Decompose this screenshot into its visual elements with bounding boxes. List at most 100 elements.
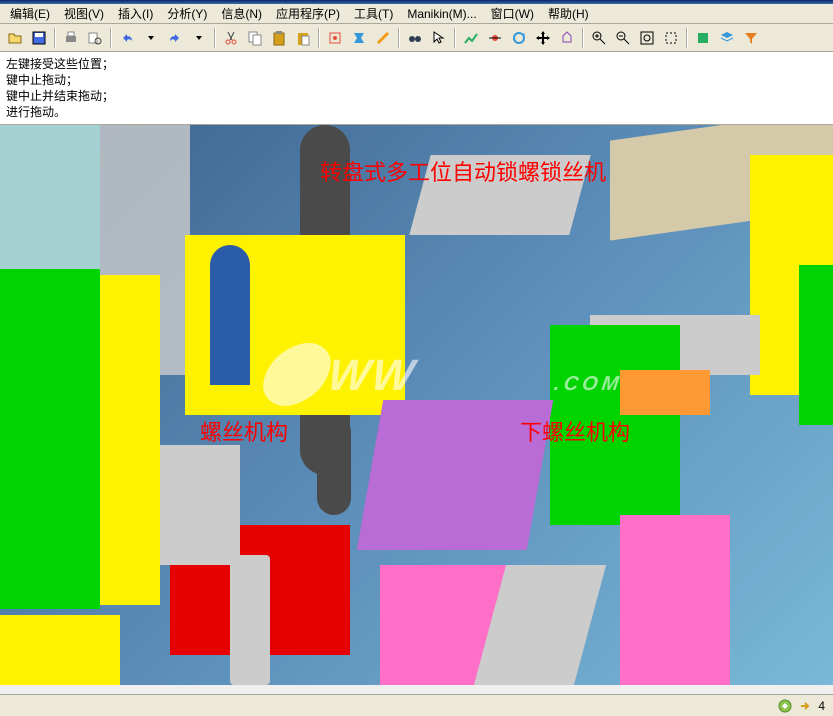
view-toggle-button[interactable]	[460, 27, 482, 49]
menu-view[interactable]: 视图(V)	[58, 3, 110, 24]
model-viewport[interactable]: ⬤WW.COM 转盘式多工位自动锁螺锁丝机 螺丝机构 下螺丝机构	[0, 125, 833, 685]
paste-special-button[interactable]	[292, 27, 314, 49]
render-style-button[interactable]	[692, 27, 714, 49]
zoom-out-icon	[615, 30, 631, 46]
zoom-selected-button[interactable]	[660, 27, 682, 49]
pan-button[interactable]	[532, 27, 554, 49]
orient-button[interactable]	[556, 27, 578, 49]
toolbar-main	[0, 24, 833, 52]
model-part	[799, 265, 833, 425]
separator	[398, 28, 400, 48]
open-icon	[7, 30, 23, 46]
activity-icon	[778, 699, 792, 713]
model-part	[210, 245, 250, 385]
save-icon	[31, 30, 47, 46]
copy-button[interactable]	[244, 27, 266, 49]
model-part	[620, 515, 730, 685]
cut-icon	[223, 30, 239, 46]
pan-icon	[535, 30, 551, 46]
model-part	[409, 155, 590, 235]
filter-icon	[743, 30, 759, 46]
save-button[interactable]	[28, 27, 50, 49]
menu-tools[interactable]: 工具(T)	[348, 3, 399, 24]
menu-insert[interactable]: 插入(I)	[112, 3, 159, 24]
model-part	[100, 275, 160, 605]
menu-manikin[interactable]: Manikin(M)...	[401, 5, 482, 23]
undo-button[interactable]	[116, 27, 138, 49]
copy-icon	[247, 30, 263, 46]
sketch-button[interactable]	[324, 27, 346, 49]
separator	[54, 28, 56, 48]
measure-icon	[375, 30, 391, 46]
cut-button[interactable]	[220, 27, 242, 49]
layer-icon	[719, 30, 735, 46]
dropdown-icon	[195, 30, 203, 46]
menu-applications[interactable]: 应用程序(P)	[270, 3, 346, 24]
measure-button[interactable]	[372, 27, 394, 49]
spin-button[interactable]	[508, 27, 530, 49]
separator	[582, 28, 584, 48]
model-part	[620, 370, 710, 415]
undo-icon	[119, 30, 135, 46]
redo-dropdown[interactable]	[188, 27, 210, 49]
model-part	[230, 555, 270, 685]
zoom-in-icon	[591, 30, 607, 46]
watermark: ⬤WW.COM	[255, 335, 629, 405]
dropdown-icon	[147, 30, 155, 46]
trim-icon	[487, 30, 503, 46]
undo-dropdown[interactable]	[140, 27, 162, 49]
trim-button[interactable]	[484, 27, 506, 49]
selection-filter-button[interactable]	[740, 27, 762, 49]
sketch-icon	[327, 30, 343, 46]
menu-edit[interactable]: 编辑(E)	[4, 3, 56, 24]
find-button[interactable]	[404, 27, 426, 49]
model-part	[0, 269, 100, 609]
print-icon	[63, 30, 79, 46]
redo-button[interactable]	[164, 27, 186, 49]
paste-icon	[271, 30, 287, 46]
separator	[214, 28, 216, 48]
separator	[686, 28, 688, 48]
open-button[interactable]	[4, 27, 26, 49]
message-line: 键中止并结束拖动；	[6, 88, 827, 104]
print-preview-button[interactable]	[84, 27, 106, 49]
separator	[318, 28, 320, 48]
status-count: 4	[818, 699, 825, 713]
model-part	[0, 615, 120, 685]
statusbar: 4	[0, 694, 833, 716]
orient-icon	[559, 30, 575, 46]
paste-button[interactable]	[268, 27, 290, 49]
model-part	[160, 445, 240, 565]
zoom-out-button[interactable]	[612, 27, 634, 49]
separator	[454, 28, 456, 48]
zoom-in-button[interactable]	[588, 27, 610, 49]
feature-icon	[351, 30, 367, 46]
menu-info[interactable]: 信息(N)	[215, 3, 268, 24]
binoculars-icon	[407, 30, 423, 46]
menu-window[interactable]: 窗口(W)	[485, 3, 540, 24]
message-line: 进行拖动。	[6, 104, 827, 120]
select-button[interactable]	[428, 27, 450, 49]
arrow-right-icon	[798, 699, 812, 713]
zoom-selected-icon	[663, 30, 679, 46]
print-button[interactable]	[60, 27, 82, 49]
menu-analysis[interactable]: 分析(Y)	[161, 3, 213, 24]
message-line: 键中止拖动；	[6, 72, 827, 88]
feature-button[interactable]	[348, 27, 370, 49]
chart-icon	[463, 30, 479, 46]
zoom-fit-button[interactable]	[636, 27, 658, 49]
menu-help[interactable]: 帮助(H)	[542, 3, 595, 24]
model-part	[357, 400, 553, 550]
message-line: 左键接受这些位置；	[6, 56, 827, 72]
layer-button[interactable]	[716, 27, 738, 49]
message-area: 左键接受这些位置； 键中止拖动； 键中止并结束拖动； 进行拖动。	[0, 52, 833, 125]
spin-icon	[511, 30, 527, 46]
annotation-left: 螺丝机构	[200, 415, 288, 447]
print-preview-icon	[87, 30, 103, 46]
menubar: 编辑(E) 视图(V) 插入(I) 分析(Y) 信息(N) 应用程序(P) 工具…	[0, 4, 833, 24]
render-icon	[695, 30, 711, 46]
model-part	[317, 415, 351, 515]
select-icon	[431, 30, 447, 46]
redo-icon	[167, 30, 183, 46]
separator	[110, 28, 112, 48]
